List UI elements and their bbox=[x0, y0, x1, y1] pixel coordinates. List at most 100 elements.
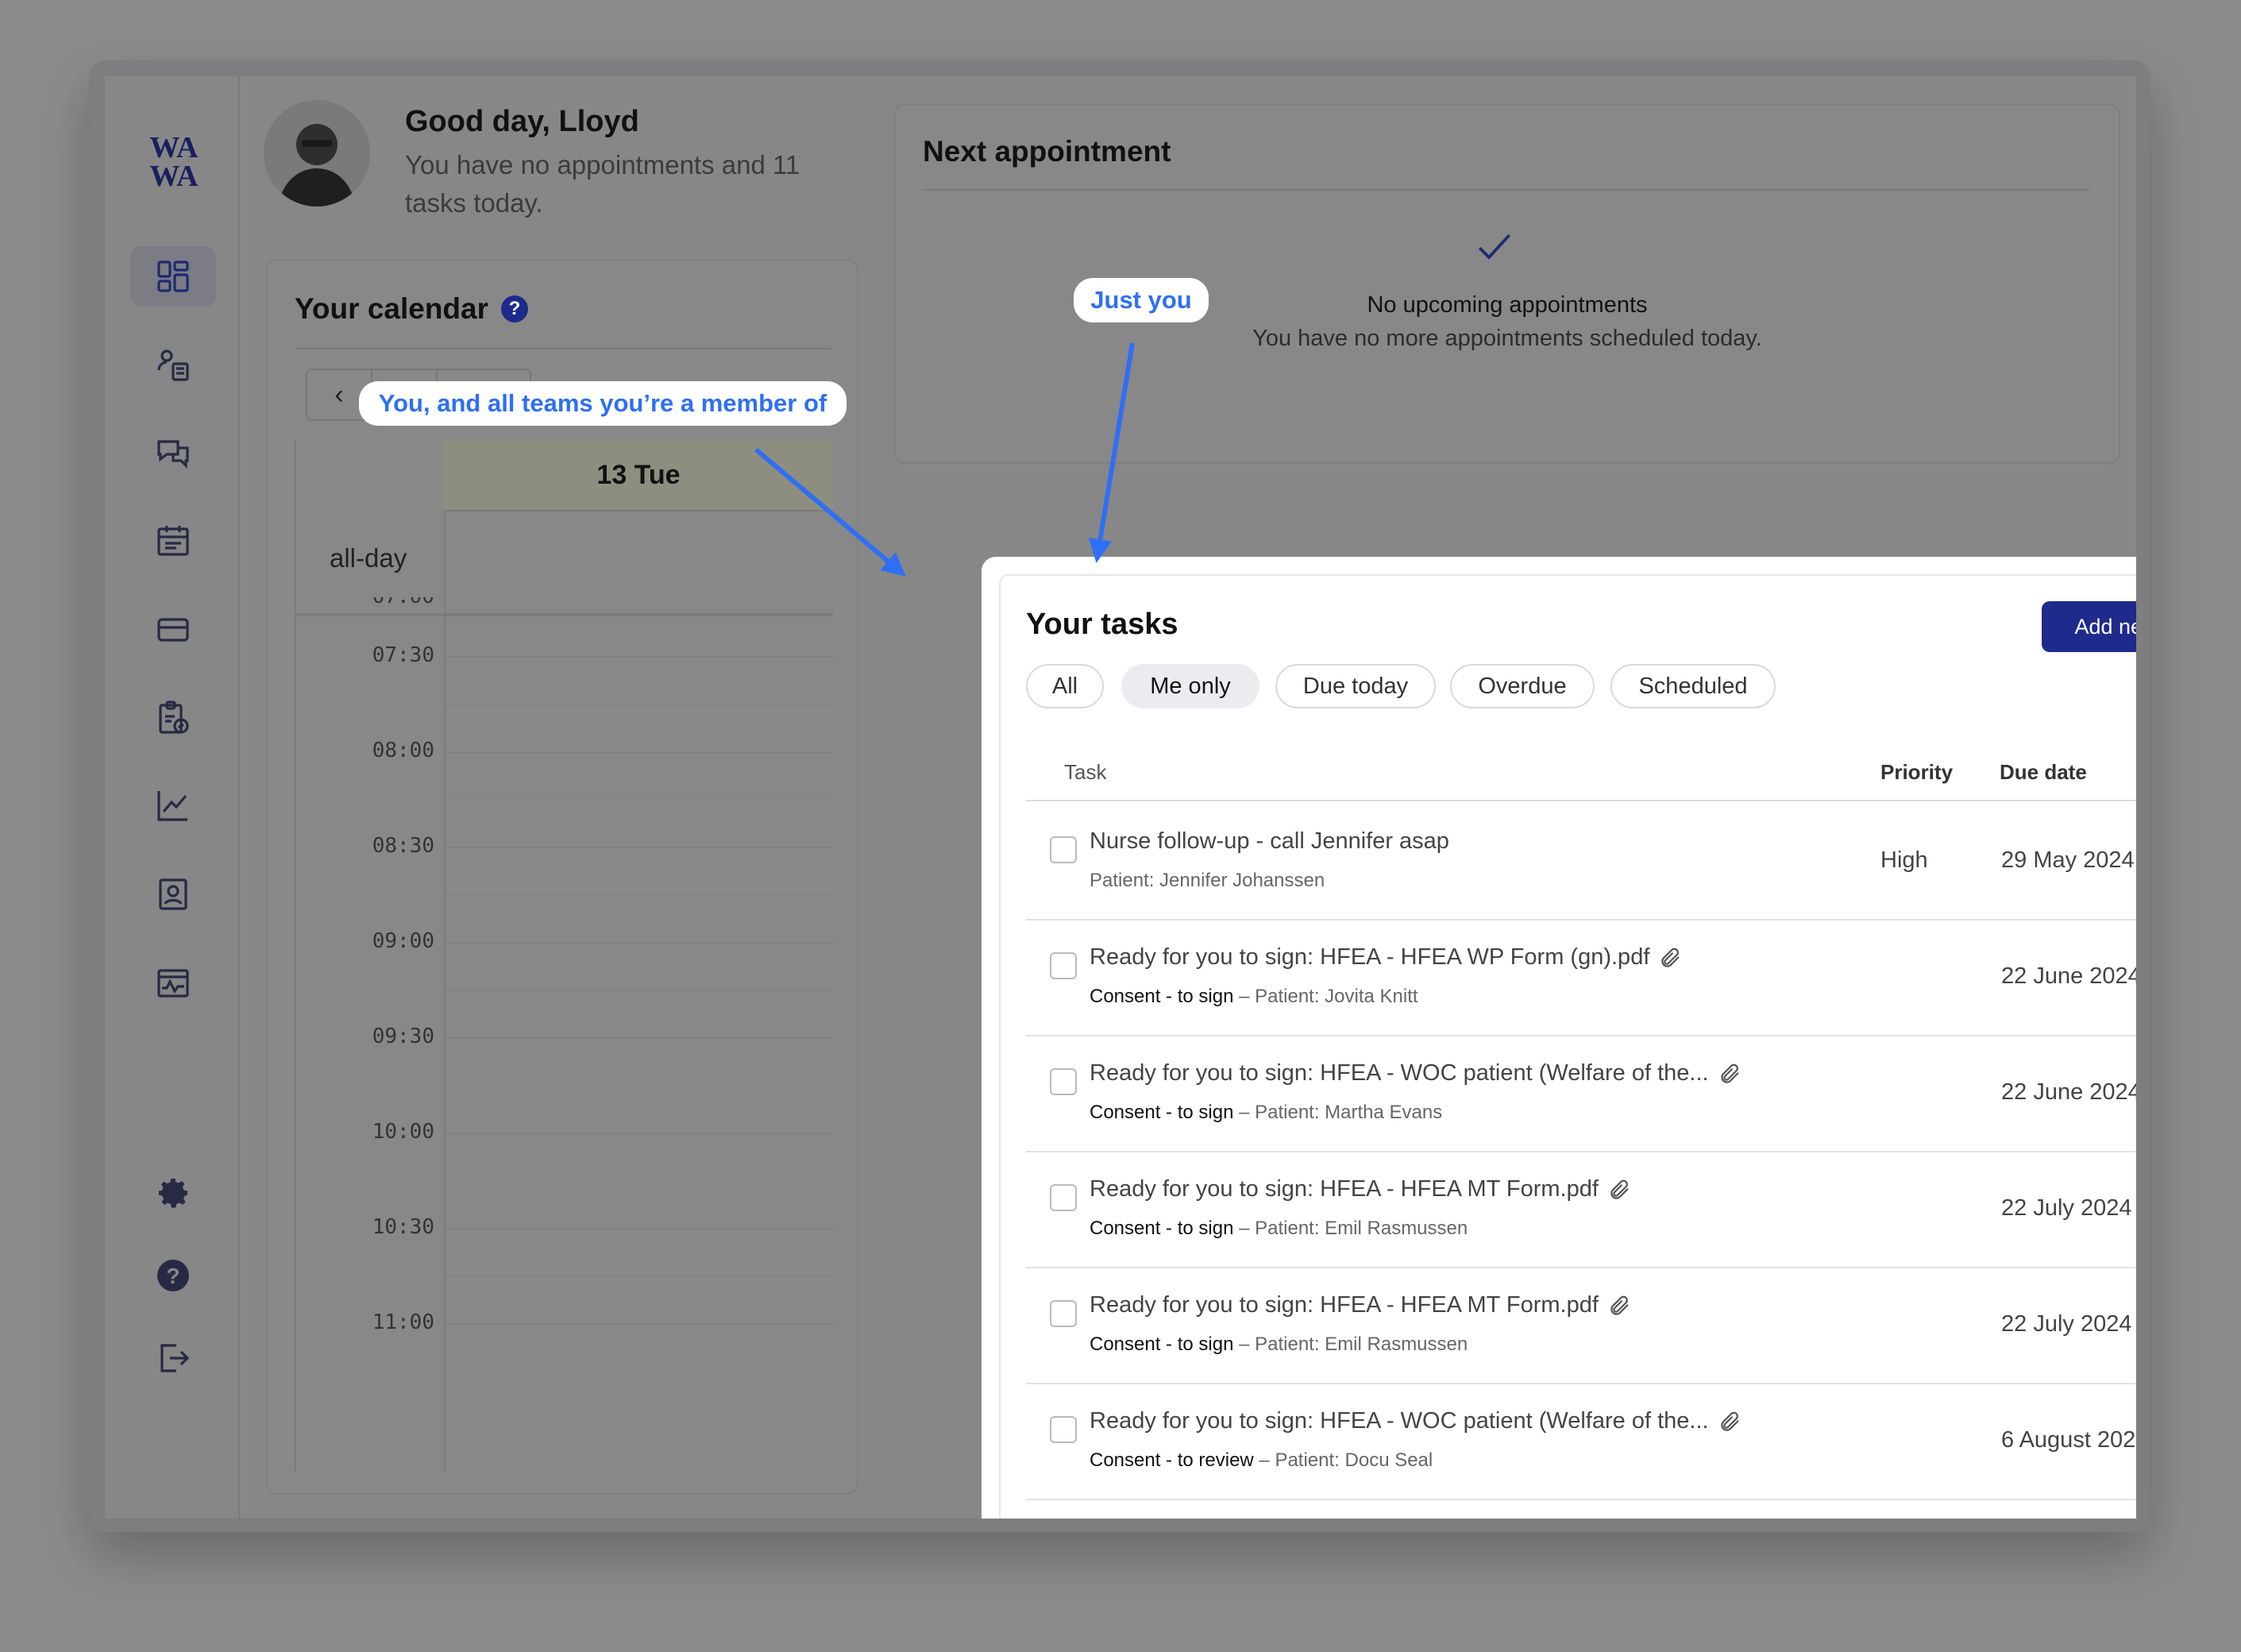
monitor-activity-icon bbox=[157, 969, 189, 998]
task-title-text: Ready for you to sign: HFEA - HFEA MT Fo… bbox=[1090, 1292, 1599, 1318]
task-patient: Patient: Martha Evans bbox=[1255, 1102, 1443, 1123]
task-checkbox[interactable] bbox=[1050, 952, 1077, 979]
time-slot-line bbox=[444, 656, 833, 658]
table-row[interactable]: Ready for you to sign: HFEA - HFEA MT Fo… bbox=[1026, 1267, 2136, 1384]
greeting-title: Good day, Lloyd bbox=[405, 105, 639, 138]
filter-all[interactable]: All bbox=[1026, 664, 1104, 708]
table-row[interactable]: Nurse follow-up - call Jennifer asap Pati… bbox=[1026, 803, 2136, 921]
task-title-text: Ready for you to sign: HFEA - WOC patien… bbox=[1090, 1060, 1709, 1086]
analytics-chart-icon bbox=[157, 791, 187, 821]
filter-overdue[interactable]: Overdue bbox=[1450, 664, 1595, 708]
callout-me-only: Just you bbox=[1074, 278, 1209, 322]
time-slot-line bbox=[444, 1323, 833, 1325]
time-slot-line bbox=[444, 751, 833, 753]
svg-text:?: ? bbox=[166, 1264, 179, 1288]
tasks-card: Your tasks Add new All Me only Due today… bbox=[982, 557, 2136, 1519]
task-title[interactable]: Ready for you to sign: HFEA - HFEA MT Fo… bbox=[1090, 1292, 1632, 1318]
logo-line-2: WA bbox=[149, 160, 199, 193]
next-appointment-title: Next appointment bbox=[923, 135, 1171, 168]
patients-list-icon bbox=[157, 349, 189, 381]
filter-scheduled[interactable]: Scheduled bbox=[1610, 664, 1776, 708]
task-patient: Patient: Jennifer Johanssen bbox=[1090, 870, 1325, 891]
task-title[interactable]: Nurse follow-up - call Jennifer asap bbox=[1090, 828, 1449, 855]
time-slot-half-line bbox=[444, 608, 833, 610]
time-slot-half-line bbox=[444, 1085, 833, 1087]
time-slot-half-line bbox=[444, 990, 833, 991]
column-header-priority[interactable]: Priority bbox=[1880, 760, 1953, 785]
logo: WA WA bbox=[138, 133, 210, 191]
sidebar-item-logout[interactable] bbox=[130, 1328, 216, 1388]
task-due-date: 22 July 2024 bbox=[2001, 1311, 2132, 1337]
paperclip-icon bbox=[1661, 948, 1680, 967]
avatar bbox=[264, 100, 370, 206]
sidebar-item-calendar[interactable] bbox=[130, 510, 216, 570]
add-new-task-button[interactable]: Add new bbox=[2042, 601, 2136, 652]
paperclip-icon bbox=[1720, 1063, 1739, 1083]
time-slot-half-line bbox=[444, 1276, 833, 1277]
calendar-title: Your calendar ? bbox=[295, 292, 529, 326]
column-header-task[interactable]: Task bbox=[1064, 760, 1106, 785]
column-header-due-date[interactable]: Due date bbox=[2000, 760, 2087, 785]
task-checkbox[interactable] bbox=[1050, 1300, 1077, 1327]
task-title-text: Ready for you to sign: HFEA - HFEA MT Fo… bbox=[1090, 1176, 1599, 1202]
sidebar-item-settings[interactable] bbox=[130, 1163, 216, 1223]
sidebar-item-dashboard[interactable] bbox=[130, 246, 216, 307]
task-checkbox[interactable] bbox=[1050, 1416, 1077, 1443]
sidebar-item-help[interactable]: ? bbox=[130, 1245, 216, 1306]
task-checkbox[interactable] bbox=[1050, 1184, 1077, 1211]
sidebar-item-contacts[interactable] bbox=[130, 864, 216, 924]
sidebar-item-monitor[interactable] bbox=[130, 953, 216, 1013]
gear-icon bbox=[159, 1179, 187, 1208]
task-kind: Consent - to sign bbox=[1090, 1218, 1234, 1239]
filter-me-only[interactable]: Me only bbox=[1121, 664, 1259, 708]
task-title[interactable]: Ready for you to sign: HFEA - WOC patien… bbox=[1090, 1060, 1742, 1087]
sidebar-item-messages[interactable] bbox=[130, 423, 216, 483]
calendar-help-icon[interactable]: ? bbox=[501, 295, 529, 322]
messages-icon bbox=[157, 440, 189, 469]
table-row[interactable]: Ready for you to sign: HFEA - WOC patien… bbox=[1026, 1035, 2136, 1152]
empty-state-subtitle: You have no more appointments scheduled … bbox=[1252, 326, 1762, 351]
task-kind: Consent - to sign bbox=[1090, 1334, 1234, 1355]
table-row[interactable]: Ready for you to sign: HFEA - HFEA MT Fo… bbox=[1026, 1151, 2136, 1268]
billing-card-icon bbox=[157, 618, 189, 642]
divider bbox=[1026, 800, 2136, 801]
task-checkbox[interactable] bbox=[1050, 1068, 1077, 1095]
task-due-date: 29 May 2024 bbox=[2001, 847, 2135, 873]
task-title-text: Nurse follow-up - call Jennifer asap bbox=[1090, 828, 1449, 854]
all-day-label: all-day bbox=[330, 543, 407, 573]
task-priority: High bbox=[1880, 847, 1928, 873]
table-row[interactable]: Ready for you to sign: DOCUSEAL HFEA WP … bbox=[1026, 1499, 2136, 1519]
task-title[interactable]: Ready for you to sign: HFEA - WOC patien… bbox=[1090, 1408, 1742, 1434]
task-meta: Consent - to sign – Patient: Emil Rasmus… bbox=[1090, 1334, 1468, 1355]
tasks-title: Your tasks bbox=[1026, 608, 1178, 641]
table-row[interactable]: Ready for you to sign: HFEA - HFEA WP Fo… bbox=[1026, 919, 2136, 1036]
time-slot-line bbox=[444, 1228, 833, 1229]
time-slot-line bbox=[444, 847, 833, 848]
task-checkbox[interactable] bbox=[1050, 836, 1077, 863]
time-slot-line bbox=[444, 1133, 833, 1134]
logo-line-1: WA bbox=[149, 131, 199, 164]
task-due-date: 22 June 2024 bbox=[2001, 1079, 2136, 1105]
time-slot-half-line bbox=[444, 1180, 833, 1182]
calendar-card: Your calendar ? ‹ 13 Tue all-day 07:00 0… bbox=[266, 259, 858, 1495]
task-title-text: Ready for you to sign: HFEA - WOC patien… bbox=[1090, 1408, 1709, 1434]
task-title[interactable]: Ready for you to sign: HFEA - HFEA MT Fo… bbox=[1090, 1176, 1632, 1202]
task-title[interactable]: Ready for you to sign: HFEA - HFEA WP Fo… bbox=[1090, 944, 1683, 971]
callout-all-filter: You, and all teams you’re a member of bbox=[359, 381, 847, 426]
sidebar-item-analytics[interactable] bbox=[130, 775, 216, 836]
time-slot-label: 08:00 bbox=[372, 739, 434, 762]
sidebar-item-billing[interactable] bbox=[130, 599, 216, 659]
check-icon bbox=[1479, 234, 1511, 260]
time-slot-label: 07:30 bbox=[372, 643, 434, 667]
time-slot-half-line bbox=[444, 704, 833, 705]
table-row[interactable]: Ready for you to sign: HFEA - WOC patien… bbox=[1026, 1383, 2136, 1500]
sidebar-item-patients[interactable] bbox=[130, 335, 216, 396]
filter-due-today[interactable]: Due today bbox=[1275, 664, 1436, 708]
task-meta: Consent - to sign – Patient: Jovita Knit… bbox=[1090, 986, 1418, 1007]
sidebar-item-tasks[interactable] bbox=[130, 688, 216, 748]
task-due-date: 22 June 2024 bbox=[2001, 963, 2136, 989]
task-title-text: Ready for you to sign: HFEA - HFEA WP Fo… bbox=[1090, 944, 1650, 970]
task-kind: Consent - to review bbox=[1090, 1449, 1254, 1471]
calendar-day-header[interactable]: 13 Tue bbox=[444, 440, 833, 511]
time-slot-line bbox=[444, 1037, 833, 1039]
